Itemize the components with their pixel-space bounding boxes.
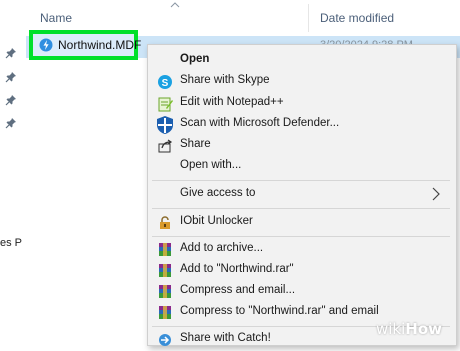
menu-separator [152,180,450,181]
menu-item-label: Add to archive... [180,242,264,254]
watermark-prefix: wiki [376,320,406,338]
menu-item-label: Add to "Northwind.rar" [180,263,294,275]
skype-icon: S [158,75,172,89]
chevron-right-icon [432,187,440,201]
menu-separator [152,208,450,209]
pin-icon [5,118,16,129]
menu-item-give-access-to[interactable]: Give access to [148,184,448,206]
menu-item-label: Edit with Notepad++ [180,96,284,108]
column-divider[interactable] [308,4,309,32]
column-header-date-modified[interactable]: Date modified [320,11,394,25]
watermark-suffix: How [405,320,443,338]
menu-item-label: Share [180,138,211,150]
pin-icon [5,72,16,83]
menu-item-add-to-northwind-rar[interactable]: Add to "Northwind.rar" [148,260,448,282]
menu-item-label: Open [180,53,210,65]
share-icon [158,139,173,153]
column-header-name[interactable]: Name [40,11,72,25]
winrar-icon [159,264,171,277]
file-list-header: Name Date modified [0,0,460,34]
defender-shield-icon [157,116,173,134]
sidebar-partial-label[interactable]: es P [0,237,22,249]
wikihow-watermark: wikiHow [376,320,442,338]
menu-item-label: Give access to [180,187,256,199]
notepad-plus-plus-icon [158,97,173,112]
database-file-icon [39,38,53,52]
file-name[interactable]: Northwind.MDF [58,38,141,52]
menu-item-edit-with-notepad-plus-plus[interactable]: Edit with Notepad++ [148,93,448,115]
menu-item-label: Share with Skype [180,74,270,86]
menu-item-compress-and-email[interactable]: Compress and email... [148,281,448,303]
menu-item-label: Scan with Microsoft Defender... [180,117,340,129]
menu-item-label: Compress to "Northwind.rar" and email [180,305,379,317]
pin-icon [5,48,16,59]
winrar-icon [159,306,171,319]
winrar-icon [159,243,171,256]
menu-item-scan-with-microsoft-defender[interactable]: Scan with Microsoft Defender... [148,114,448,136]
sort-ascending-icon [170,2,180,8]
svg-text:S: S [162,78,169,89]
context-menu: Open S Share with Skype Edit with Notepa… [147,44,457,346]
menu-item-share-with-skype[interactable]: S Share with Skype [148,71,448,93]
menu-item-label: Open with... [180,159,242,171]
menu-item-label: IObit Unlocker [180,215,253,227]
menu-separator [152,236,450,237]
menu-item-add-to-archive[interactable]: Add to archive... [148,239,448,261]
pin-icon [5,95,16,106]
winrar-icon [159,285,171,298]
lock-icon [160,216,170,229]
menu-item-open-with[interactable]: Open with... [148,156,448,178]
menu-item-open[interactable]: Open [148,50,448,72]
menu-item-label: Compress and email... [180,284,296,296]
menu-item-label: Share with Catch! [180,332,271,344]
menu-item-share[interactable]: Share [148,135,448,157]
menu-item-iobit-unlocker[interactable]: IObit Unlocker [148,212,448,234]
